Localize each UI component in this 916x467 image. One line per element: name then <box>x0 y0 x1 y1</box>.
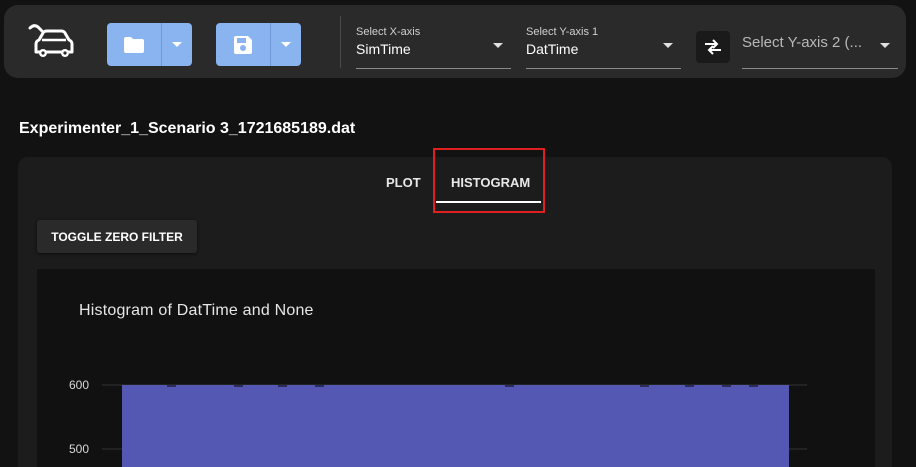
toolbar-divider <box>340 16 341 68</box>
y-tick-label: 600 <box>69 378 89 392</box>
bin-edge-notch <box>685 385 694 387</box>
y-axis1-select[interactable]: Select Y-axis 1 DatTime <box>526 22 681 69</box>
highlight-annotation <box>433 148 545 213</box>
chevron-down-icon <box>172 42 182 47</box>
y-axis2-select-placeholder: Select Y-axis 2 (... <box>742 34 863 51</box>
save-file-button[interactable] <box>216 23 271 66</box>
y-axis1-select-label: Select Y-axis 1 <box>526 26 599 38</box>
histogram-bar[interactable] <box>122 385 789 467</box>
tab-plot[interactable]: PLOT <box>386 175 421 190</box>
histogram-chart: 600 500 Histogram of DatTime and None <box>37 269 875 467</box>
bin-edge-notch <box>234 385 243 387</box>
bin-edge-notch <box>315 385 324 387</box>
save-file-split-button <box>216 23 301 66</box>
bin-edge-notch <box>749 385 758 387</box>
save-icon <box>234 35 252 54</box>
y-axis2-select[interactable]: Select Y-axis 2 (... <box>742 22 898 69</box>
chart-title: Histogram of DatTime and None <box>79 302 314 319</box>
bin-edge-notch <box>167 385 176 387</box>
bin-edge-notch <box>505 385 514 387</box>
toggle-zero-filter-button[interactable]: TOGGLE ZERO FILTER <box>37 220 197 253</box>
open-file-button[interactable] <box>107 23 162 66</box>
open-file-dropdown-button[interactable] <box>162 23 192 66</box>
toolbar: Select X-axis SimTime Select Y-axis 1 Da… <box>4 5 906 78</box>
x-axis-select[interactable]: Select X-axis SimTime <box>356 22 511 69</box>
y-axis1-select-value: DatTime <box>526 41 579 57</box>
chevron-down-icon <box>281 42 291 47</box>
swap-axes-button[interactable] <box>696 31 730 63</box>
x-axis-select-label: Select X-axis <box>356 26 421 38</box>
y-tick-label: 500 <box>69 442 89 456</box>
histogram-svg: 600 500 <box>69 378 807 467</box>
bin-edge-notch <box>640 385 649 387</box>
x-axis-select-value: SimTime <box>356 41 411 57</box>
open-file-split-button <box>107 23 192 66</box>
swap-arrows-icon <box>705 39 721 55</box>
bin-edge-notch <box>722 385 731 387</box>
main-panel: PLOT HISTOGRAM TOGGLE ZERO FILTER 600 500… <box>18 148 892 467</box>
file-title: Experimenter_1_Scenario 3_1721685189.dat <box>19 120 356 137</box>
chevron-down-icon <box>493 43 503 48</box>
car-wrench-icon[interactable] <box>28 22 78 62</box>
chevron-down-icon <box>663 43 673 48</box>
save-file-dropdown-button[interactable] <box>271 23 301 66</box>
folder-icon <box>124 36 144 53</box>
chevron-down-icon <box>880 43 890 48</box>
bin-edge-notch <box>278 385 287 387</box>
